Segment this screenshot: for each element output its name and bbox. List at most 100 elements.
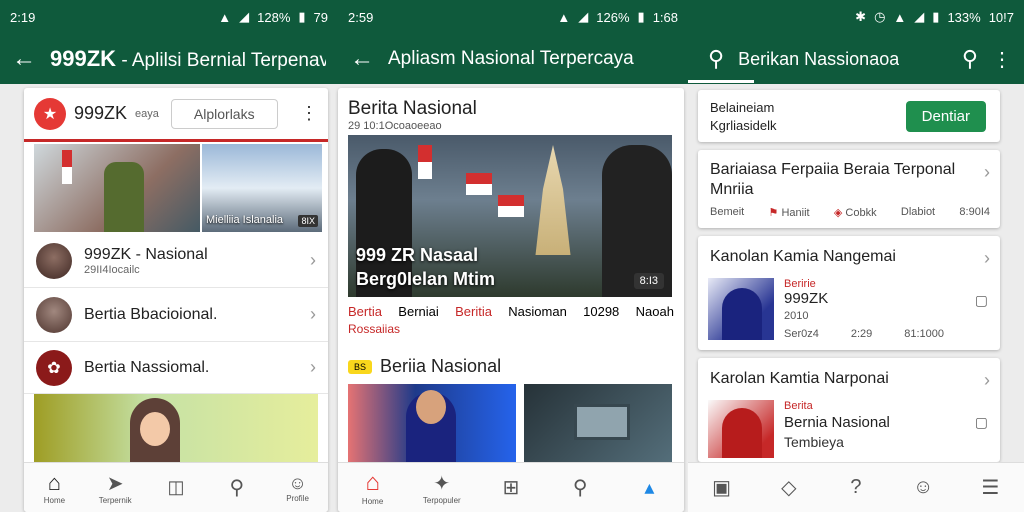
hero-meta: Bertia Berniai Beritia Nasioman 10298 Na…	[348, 304, 674, 319]
article-meta: Bemeit ⚑ Haniit ◈ Cobkk Dlabiot 8:90I4	[710, 206, 990, 219]
more-icon[interactable]: ⋮	[300, 103, 318, 124]
subscribe-button[interactable]: Dentiar	[905, 101, 986, 132]
signal-icon: ◢	[578, 9, 589, 24]
tab-explore[interactable]: Alplorlaks	[170, 98, 278, 129]
chevron-right-icon: ›	[984, 370, 990, 390]
chevron-right-icon: ›	[310, 357, 316, 377]
section-date: 29 10:1Ocoaoeeao	[348, 120, 442, 132]
avatar	[36, 296, 72, 333]
thumb-image-right[interactable]	[524, 384, 672, 462]
list-item-title: Bertia Bbacioional.	[84, 305, 218, 323]
battery-icon: ▮	[637, 9, 645, 24]
tag-icon: ◈	[833, 207, 843, 219]
nav-trending[interactable]: ◇	[769, 468, 809, 508]
chevron-right-icon: ›	[984, 248, 990, 268]
nav-profile[interactable]: ☺ Profile	[278, 468, 318, 508]
nav-menu[interactable]: ☰	[970, 468, 1010, 508]
app-bar: ← Apliasm Nasional Terpercaya	[338, 34, 688, 84]
article-line-2: Tembieya	[784, 434, 844, 450]
battery-icon: ▮	[932, 9, 940, 24]
thumb-image-left[interactable]	[348, 384, 516, 462]
nav-video[interactable]: ◫	[156, 468, 196, 508]
person-figure	[722, 288, 762, 340]
article-card[interactable]: Karolan Kamtia Narponai › Berita Bernia …	[698, 358, 1000, 462]
chevron-right-icon: ›	[310, 250, 316, 270]
wifi-icon: ▲	[218, 9, 232, 25]
face-figure	[140, 412, 170, 446]
question-icon: ?	[850, 476, 862, 498]
list-item[interactable]: 999ZK - Nasional 29II4Iocailc ›	[24, 234, 328, 288]
bottom-nav: ⌂ Home ➤ Terpernik ◫ ⚲ ☺ Profile	[24, 462, 328, 512]
nav-search[interactable]: ⚲	[217, 468, 257, 508]
brand-sub: eaya	[135, 107, 159, 120]
battery-percent: 128%	[257, 9, 291, 25]
nav-home[interactable]: ⌂ Home	[34, 468, 74, 508]
feed-card: ★ 999ZK eaya Alplorlaks ⋮ Mielliia Islan…	[24, 88, 328, 512]
signal-icon: ◢	[239, 9, 250, 24]
nav-search[interactable]: ⚲	[560, 468, 600, 508]
status-time: 10!7	[988, 9, 1014, 25]
wifi-icon: ▲	[893, 9, 907, 25]
battery-percent: 126%	[596, 9, 630, 25]
avatar: ✿	[36, 349, 72, 386]
back-arrow-icon[interactable]: ←	[350, 45, 374, 73]
article-thumb	[708, 278, 774, 340]
article-thumb	[708, 400, 774, 458]
article-title: Karolan Kamtia Narponai	[710, 370, 889, 387]
send-icon: ➤	[106, 472, 124, 495]
feature-image[interactable]	[34, 394, 318, 462]
nav-home[interactable]: ▣	[702, 468, 742, 508]
more-icon[interactable]: ⋮	[992, 47, 1012, 72]
hero-badge: 8IX	[298, 215, 318, 227]
article-title: Bariaiasa Ferpaiia Beraia Terponal Mnrii…	[710, 161, 956, 198]
pin-icon: ✦	[433, 472, 451, 495]
hero-image-right[interactable]: Mielliia Islanalia 8IX	[202, 144, 322, 232]
alert-icon: ▴	[644, 477, 655, 499]
search-icon: ⚲	[572, 477, 588, 499]
active-tab-indicator	[688, 80, 754, 83]
list-item-title: 999ZK - Nasional	[84, 245, 208, 263]
nav-help[interactable]: ?	[836, 468, 876, 508]
nav-grid[interactable]: ⊞	[491, 468, 531, 508]
hero-title-1: 999 ZR Nasaal	[356, 245, 479, 265]
hero-image-left[interactable]	[34, 144, 200, 232]
status-time: 2:59	[348, 9, 374, 25]
article-line-1: Bernia Nasional	[784, 414, 890, 431]
profile-icon: ☺	[912, 476, 934, 498]
nav-alert[interactable]: ▴	[629, 468, 669, 508]
search-icon: ⚲	[229, 477, 245, 499]
subscribe-card: Belaineiam Kgrliasidelk Dentiar	[698, 90, 1000, 142]
list-item[interactable]: ✿ Bertia Nassiomal. ›	[24, 342, 328, 394]
diamond-icon: ◇	[781, 477, 797, 499]
article-title: Kanolan Kamia Nangemai	[710, 248, 896, 265]
list-item[interactable]: Bertia Bbacioional. ›	[24, 288, 328, 342]
signal-icon: ◢	[914, 9, 925, 24]
search-icon[interactable]: ⚲	[962, 46, 978, 72]
article-card[interactable]: Bariaiasa Ferpaiia Beraia Terponal Mnrii…	[698, 150, 1000, 228]
list-item-subtitle: 29II4Iocailc	[84, 263, 140, 276]
comment-icon[interactable]: ▢	[975, 414, 988, 431]
soldier-figure	[104, 162, 144, 232]
nav-trending[interactable]: ➤ Terpernik	[95, 468, 135, 508]
search-icon[interactable]: ⚲	[708, 46, 724, 72]
back-arrow-icon[interactable]: ←	[12, 45, 36, 73]
subscribe-line-1: Belaineiam	[710, 100, 775, 115]
hero-image[interactable]: 999 ZR Nasaal Berg0Ielan Mtim 8:I3	[348, 135, 672, 297]
wifi-icon: ▲	[557, 9, 571, 25]
article-card[interactable]: Kanolan Kamia Nangemai › Beririe 999ZK 2…	[698, 236, 1000, 350]
nav-trending[interactable]: ✦ Terpopuler	[422, 468, 462, 508]
avatar	[36, 242, 72, 279]
second-section-title: Beriia Nasional	[380, 356, 502, 376]
comment-icon[interactable]: ▢	[975, 292, 988, 309]
person-figure	[722, 408, 762, 458]
app-bar: ⚲ Berikan Nassionaoa ⚲ ⋮	[688, 34, 1024, 84]
chevron-right-icon: ›	[984, 162, 990, 182]
nav-home[interactable]: ⌂ Home	[353, 468, 393, 508]
panel-2: 2:59 ▲ ◢ 126% ▮ 1:68 ← Apliasm Nasional …	[338, 0, 688, 512]
hero-badge: 8:I3	[633, 273, 664, 289]
hero-caption: Mielliia Islanalia	[206, 214, 284, 226]
nav-profile[interactable]: ☺	[903, 468, 943, 508]
bluetooth-icon: ✱	[855, 9, 867, 24]
profile-icon: ☺	[288, 472, 307, 493]
grid-icon: ⊞	[502, 477, 520, 499]
